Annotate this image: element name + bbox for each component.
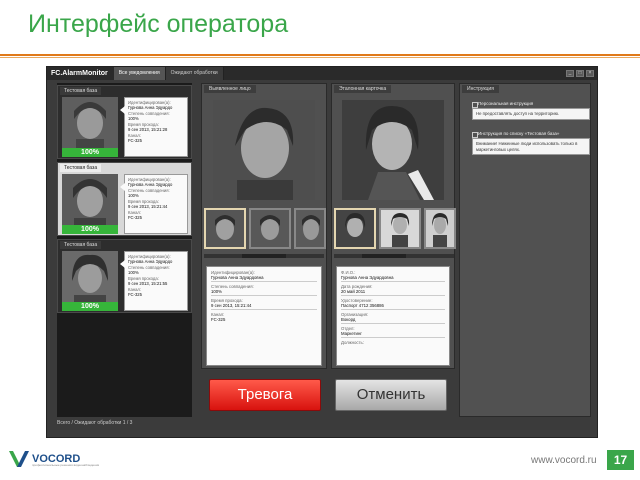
- field-value: Маркетинг: [341, 331, 362, 336]
- window-titlebar: FC.AlarmMonitor Все уведомления Ожидают …: [47, 67, 597, 80]
- page-number: 17: [607, 450, 634, 470]
- field-value: 100%: [211, 289, 222, 294]
- window-controls: _ □ ×: [566, 70, 594, 77]
- reference-details: Ф.И.О.: Гурнова Анна Эдуардовна Дата рож…: [336, 266, 450, 366]
- face-thumbnail[interactable]: [334, 208, 376, 249]
- detected-thumbnails: [204, 208, 326, 249]
- field-value: Гурнова Анна Эдуардо: [128, 259, 173, 264]
- field-value: 20 май 2011: [341, 289, 366, 294]
- close-button[interactable]: ×: [586, 70, 594, 77]
- instructions-panel: Инструкция Персональная инструкция Не пр…: [459, 83, 591, 417]
- instruction-title[interactable]: Инструкция по списку «Тестовая база»: [472, 130, 590, 138]
- title-divider: [0, 54, 640, 56]
- face-thumbnail[interactable]: [424, 208, 456, 249]
- thumbnail-scrollbar[interactable]: [204, 254, 324, 258]
- reference-face-photo: [342, 100, 444, 200]
- face-photo: 100%: [62, 251, 118, 311]
- match-percent-badge: 100%: [62, 148, 118, 157]
- alarm-button[interactable]: Тревога: [209, 379, 321, 411]
- field-value: FC-325: [128, 215, 142, 220]
- notification-card[interactable]: Тестовая база 100% Идентифицирован(а): Г…: [57, 85, 192, 159]
- field-value: FC-325: [211, 317, 226, 322]
- match-percent-badge: 100%: [62, 302, 118, 311]
- detected-details: Идентифицирован(а): Гурнова Анна Эдуардо…: [206, 266, 322, 366]
- slide-title: Интерфейс оператора: [28, 10, 289, 38]
- card-list-label: Тестовая база: [60, 241, 102, 249]
- field-value: 100%: [128, 270, 139, 275]
- tab-pending[interactable]: Ожидают обработки: [165, 67, 224, 80]
- instruction-item: Персональная инструкция Не предоставлять…: [472, 100, 590, 120]
- notification-card[interactable]: Тестовая база 100% Идентифицирован(а): Г…: [57, 239, 192, 313]
- face-photo: 100%: [62, 97, 118, 157]
- face-thumbnail[interactable]: [294, 208, 326, 249]
- notification-list[interactable]: Тестовая база 100% Идентифицирован(а): Г…: [57, 83, 192, 417]
- detected-face-panel: Выявленное лицо Идентифицирован(а): Гурн…: [201, 83, 327, 369]
- reference-thumbnails: [334, 208, 456, 249]
- field-value: FC-325: [128, 138, 142, 143]
- panel-tab-instructions[interactable]: Инструкция: [462, 85, 499, 93]
- card-list-label: Тестовая база: [60, 87, 102, 95]
- field-value: Гурнова Анна Эдуардовна: [341, 275, 394, 280]
- thumbnail-scrollbar[interactable]: [334, 254, 454, 258]
- field-value: 100%: [128, 193, 139, 198]
- cancel-button[interactable]: Отменить: [335, 379, 447, 411]
- alarm-monitor-window: FC.AlarmMonitor Все уведомления Ожидают …: [46, 66, 598, 438]
- face-thumbnail[interactable]: [249, 208, 291, 249]
- vocord-logo: VOCORD профессиональные решения видеонаб…: [8, 449, 99, 469]
- minimize-button[interactable]: _: [566, 70, 574, 77]
- tab-all-notifications[interactable]: Все уведомления: [113, 67, 166, 80]
- field-value: 9 сен 2013, 15:21:44: [211, 303, 252, 308]
- face-photo: 100%: [62, 174, 118, 234]
- field-value: Гурнова Анна Эдуардо: [128, 105, 173, 110]
- slide: Интерфейс оператора FC.AlarmMonitor Все …: [0, 0, 640, 480]
- field-label: Должность:: [341, 340, 364, 345]
- title-divider-thin: [0, 57, 640, 58]
- field-value: Гурнова Анна Эдуардо: [128, 182, 173, 187]
- field-value: Вокорд: [341, 317, 356, 322]
- face-thumbnail[interactable]: [204, 208, 246, 249]
- card-list-label: Тестовая база: [60, 164, 102, 172]
- field-value: FC-325: [128, 292, 142, 297]
- app-name: FC.AlarmMonitor: [51, 70, 108, 77]
- detected-face-photo: [213, 100, 315, 200]
- card-info: Идентифицирован(а): Гурнова Анна Эдуардо…: [120, 174, 188, 234]
- card-info: Идентифицирован(а): Гурнова Анна Эдуардо…: [120, 97, 188, 157]
- vocord-v-icon: [9, 451, 29, 467]
- maximize-button[interactable]: □: [576, 70, 584, 77]
- field-value: 9 сен 2013, 15:21:55: [128, 281, 168, 286]
- status-bar: Всего / Ожидают обработки 1 / 3: [57, 420, 133, 426]
- reference-card-panel: Эталонная карточка Ф.И.О.: Гурнова Анна …: [331, 83, 456, 369]
- logo-subtext: профессиональные решения видеонаблюдения: [32, 463, 100, 467]
- card-info: Идентифицирован(а): Гурнова Анна Эдуардо…: [120, 251, 188, 311]
- instruction-item: Инструкция по списку «Тестовая база» Вни…: [472, 130, 590, 155]
- field-value: Гурнова Анна Эдуардовна: [211, 275, 264, 280]
- field-value: 9 сен 2013, 15:21:28: [128, 127, 168, 132]
- notification-card-selected[interactable]: Тестовая база 100% Идентифицирован(а): Г…: [57, 162, 192, 236]
- field-value: Паспорт 4712 356886: [341, 303, 384, 308]
- instruction-body: Внимание! Нижеиные люди использовать тол…: [472, 138, 590, 155]
- instruction-body: Не предоставлять доступ на территорию.: [472, 108, 590, 120]
- face-thumbnail[interactable]: [379, 208, 421, 249]
- field-value: 9 сен 2013, 15:21:44: [128, 204, 168, 209]
- instruction-title[interactable]: Персональная инструкция: [472, 100, 590, 108]
- website-url[interactable]: www.vocord.ru: [531, 455, 597, 466]
- panel-tab-reference[interactable]: Эталонная карточка: [334, 85, 392, 93]
- match-percent-badge: 100%: [62, 225, 118, 234]
- field-value: 100%: [128, 116, 139, 121]
- panel-tab-detected[interactable]: Выявленное лицо: [204, 85, 256, 93]
